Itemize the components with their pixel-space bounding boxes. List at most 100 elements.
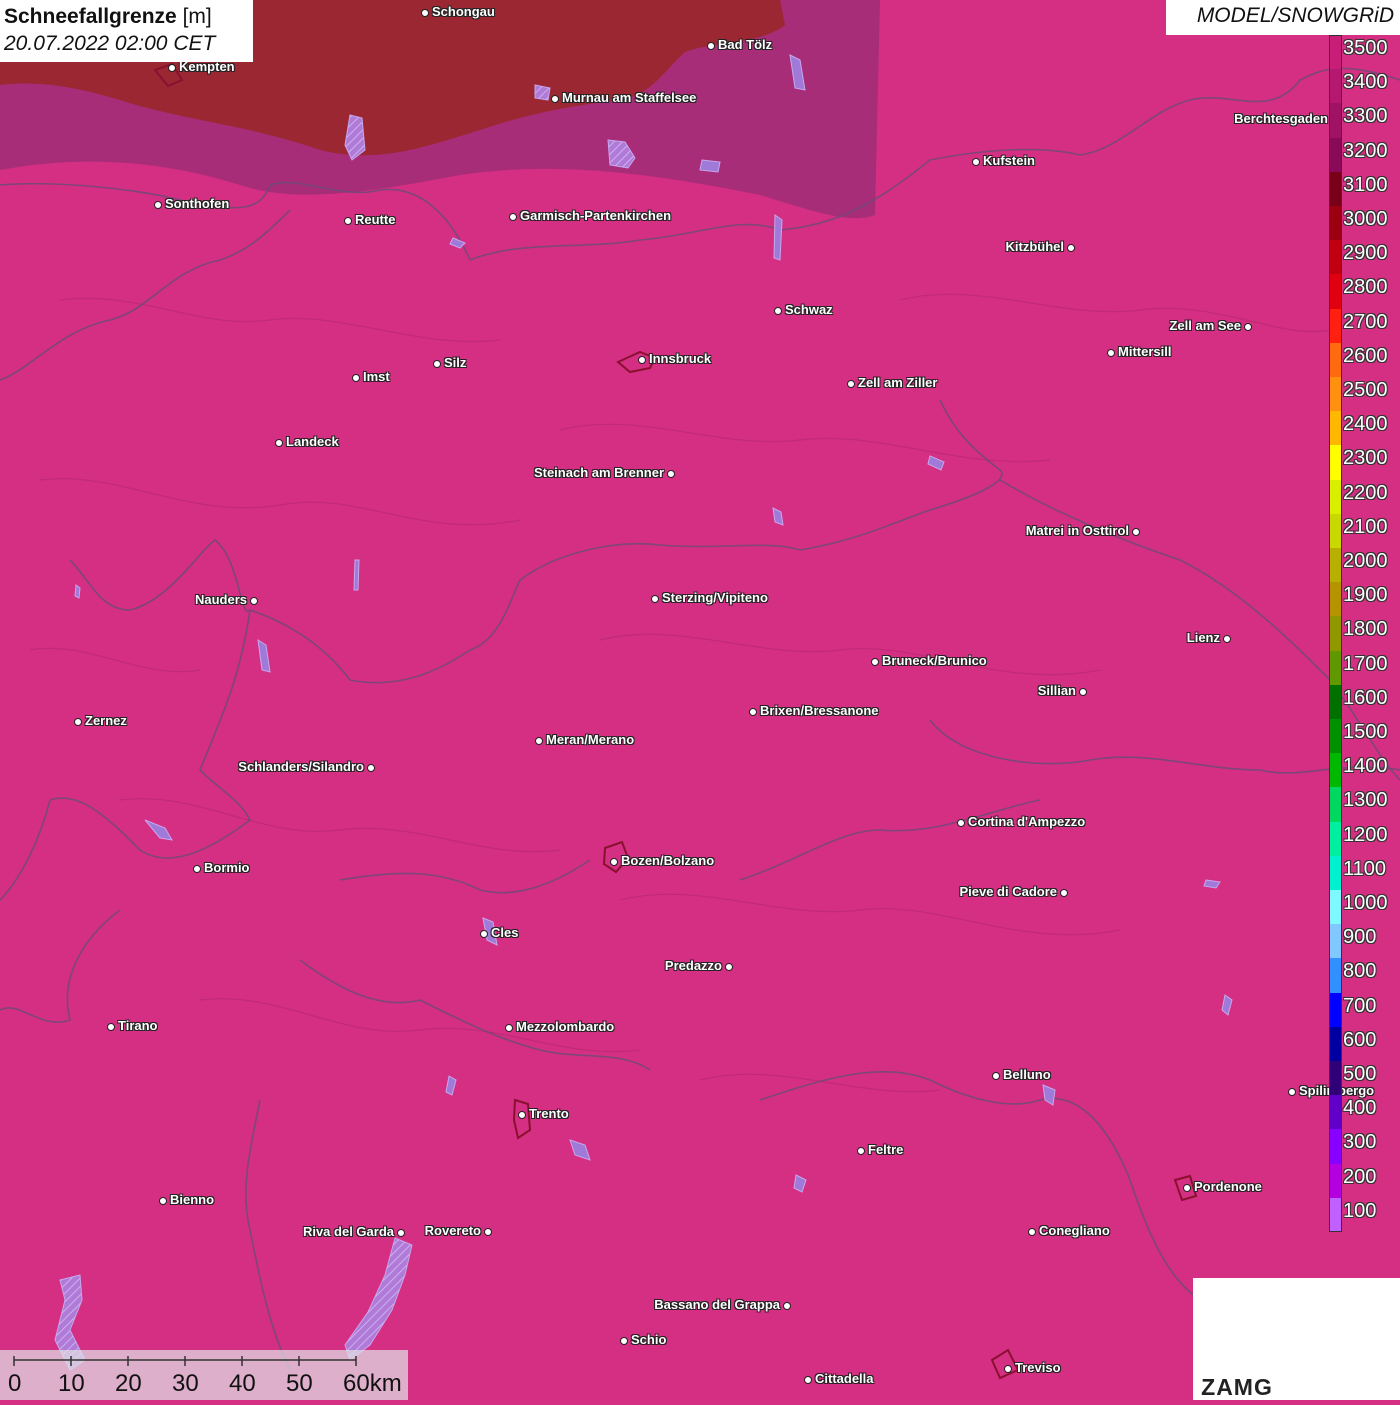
legend-label: 3500	[1343, 37, 1388, 59]
city-label: Pordenone	[1194, 1179, 1262, 1194]
city-label: Bassano del Grappa	[654, 1297, 780, 1312]
city-label: Nauders	[194, 592, 247, 607]
city-dot	[1288, 1088, 1296, 1096]
city-dot	[667, 470, 675, 478]
city-label: Reutte	[355, 212, 396, 227]
scale-label: 10	[58, 1370, 85, 1397]
city-dot	[1067, 244, 1075, 252]
city-dot	[610, 858, 618, 866]
title-text: Schneefallgrenze	[4, 5, 177, 28]
map-title: Schneefallgrenze [m]	[4, 4, 253, 30]
city-dot	[484, 1228, 492, 1236]
city-dot	[972, 158, 980, 166]
legend-label: 800	[1343, 960, 1377, 983]
legend-label: 1700	[1343, 652, 1388, 675]
legend-label: 2100	[1343, 515, 1388, 538]
city-label: Bienno	[170, 1192, 215, 1207]
city-dot	[421, 9, 429, 17]
city-label: Bozen/Bolzano	[621, 853, 715, 868]
city-dot	[857, 1147, 865, 1155]
city-label: Meran/Merano	[546, 732, 635, 747]
city-dot	[783, 1302, 791, 1310]
city-dot	[433, 360, 441, 368]
city-label: Rovereto	[424, 1223, 481, 1238]
city-dot	[1107, 349, 1115, 357]
city-label: Mittersill	[1118, 344, 1172, 359]
city-dot	[168, 64, 176, 72]
title-box: Schneefallgrenze [m] 20.07.2022 02:00 CE…	[0, 0, 253, 62]
city-dot	[1183, 1184, 1191, 1192]
city-dot	[159, 1197, 167, 1205]
legend-label: 2500	[1343, 379, 1388, 401]
legend-label: 1300	[1343, 789, 1388, 812]
city-label: Tirano	[118, 1018, 158, 1033]
city-label: Silz	[444, 355, 467, 370]
legend-label: 1800	[1343, 618, 1388, 641]
city-dot	[1004, 1365, 1012, 1373]
scale-bar: 0 10 20 30 40 50 60km	[0, 1350, 408, 1400]
city-label: Kitzbühel	[1005, 239, 1065, 254]
scale-label: 30	[172, 1370, 199, 1397]
city-label: Zell am Ziller	[858, 375, 938, 390]
legend-label: 500	[1343, 1063, 1377, 1085]
city-label: Murnau am Staffelsee	[562, 90, 697, 105]
city-dot	[957, 819, 965, 827]
legend-label: 2900	[1343, 242, 1388, 265]
model-label: MODEL/SNOWGRiD	[1166, 0, 1400, 35]
city-dot	[638, 356, 646, 364]
legend-label: 3100	[1343, 173, 1388, 196]
logos-panel: ZAMG	[1193, 1278, 1400, 1400]
city-label: Predazzo	[664, 958, 722, 973]
city-dot	[397, 1229, 405, 1237]
city-label: Brixen/Bressanone	[760, 703, 879, 718]
legend-label: 1500	[1343, 721, 1388, 743]
city-dot	[804, 1376, 812, 1384]
city-label: Berchtesgaden	[1234, 111, 1328, 126]
city-label: Schwaz	[785, 302, 833, 317]
city-label: Garmisch-Partenkirchen	[520, 208, 672, 223]
city-label: Sillian	[1037, 683, 1076, 698]
legend-label: 2300	[1343, 447, 1388, 470]
city-label: Cles	[491, 925, 519, 940]
legend-label: 700	[1343, 994, 1377, 1017]
scale-label: 40	[229, 1370, 256, 1397]
title-unit: [m]	[182, 5, 212, 28]
legend-label: 3400	[1343, 71, 1388, 94]
city-label: Zell am See	[1169, 318, 1241, 333]
city-dot	[749, 708, 757, 716]
legend-label: 1400	[1343, 755, 1388, 778]
city-dot	[535, 737, 543, 745]
city-label: Bruneck/Brunico	[882, 653, 987, 668]
city-label: Treviso	[1015, 1360, 1061, 1375]
city-label: Trento	[529, 1106, 569, 1121]
city-dot	[74, 718, 82, 726]
city-label: Schlanders/Silandro	[238, 759, 364, 774]
city-dot	[871, 658, 879, 666]
legend-label: 3000	[1343, 208, 1388, 230]
legend-label: 2800	[1343, 276, 1388, 299]
city-dot	[707, 42, 715, 50]
city-label: Mezzolombardo	[516, 1019, 615, 1034]
city-label: Bormio	[204, 860, 250, 875]
legend-label: 3300	[1343, 105, 1388, 128]
city-dot	[344, 217, 352, 225]
city-label: Schongau	[432, 4, 495, 19]
city-dot	[725, 963, 733, 971]
legend-label: 1100	[1343, 857, 1387, 880]
legend-label: 2000	[1343, 550, 1388, 572]
legend-label: 1900	[1343, 584, 1388, 607]
legend-label: 2600	[1343, 344, 1388, 367]
legend-label: 300	[1343, 1131, 1377, 1154]
city-dot	[518, 1111, 526, 1119]
city-label: Landeck	[286, 434, 339, 449]
city-label: Feltre	[868, 1142, 904, 1157]
city-dot	[847, 380, 855, 388]
city-label: Matrei in Osttirol	[1025, 523, 1129, 538]
city-dot	[992, 1072, 1000, 1080]
city-dot	[620, 1337, 628, 1345]
city-label: Schio	[631, 1332, 667, 1347]
legend-label: 100	[1343, 1199, 1377, 1222]
city-dot	[774, 307, 782, 315]
legend-frame	[1329, 35, 1342, 1232]
city-dot	[509, 213, 517, 221]
